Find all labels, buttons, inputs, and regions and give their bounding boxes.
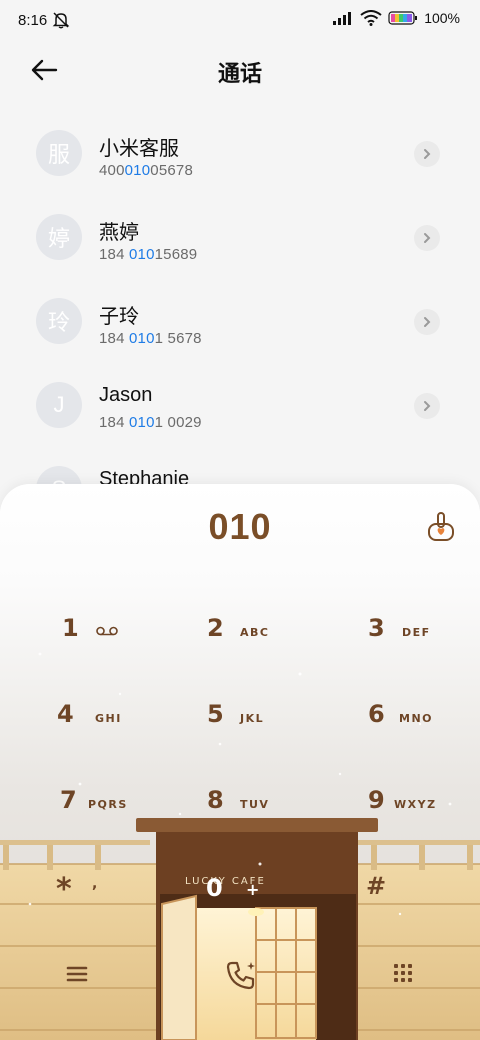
bell-muted-icon xyxy=(52,12,70,29)
contact-number: 184 0101 0029 xyxy=(99,414,202,431)
battery-icon xyxy=(388,11,418,25)
dialed-number: 010 xyxy=(208,506,272,547)
key-6[interactable]: 6 MNO xyxy=(362,700,480,760)
contact-list: 服 小米客服 40001005678 婷 燕婷 184 01015689 玲 子… xyxy=(0,112,480,532)
hand-icon[interactable] xyxy=(424,510,458,544)
detail-chevron-icon[interactable] xyxy=(414,141,440,167)
battery-percent: 100% xyxy=(424,10,460,26)
key-2[interactable]: 2 ABC xyxy=(200,614,350,674)
contact-number: 40001005678 xyxy=(99,162,193,179)
call-icon[interactable] xyxy=(224,958,258,992)
key-1[interactable]: 1 xyxy=(50,614,200,674)
dial-panel: LUCKY CAFE 010 1 2 ABC 3 DEF 4 GHI 5 JKL… xyxy=(0,484,480,1040)
voicemail-icon xyxy=(96,626,118,636)
detail-chevron-icon[interactable] xyxy=(414,309,440,335)
contact-row[interactable]: 服 小米客服 40001005678 xyxy=(0,112,480,196)
keypad-icon[interactable] xyxy=(392,962,414,986)
page-title: 通话 xyxy=(217,61,262,86)
contact-number: 184 0101 5678 xyxy=(99,330,202,347)
detail-chevron-icon[interactable] xyxy=(414,393,440,419)
contact-row[interactable]: J Jason 184 0101 0029 xyxy=(0,364,480,448)
status-time: 8:16 xyxy=(18,12,48,29)
key-9[interactable]: 9 WXYZ xyxy=(362,786,480,846)
contact-row[interactable]: 玲 子玲 184 0101 5678 xyxy=(0,280,480,364)
contact-name: 小米客服 xyxy=(99,138,179,160)
contact-name: 燕婷 xyxy=(99,222,139,244)
avatar: 服 xyxy=(36,130,82,176)
wifi-icon xyxy=(360,10,382,26)
key-hash[interactable]: # xyxy=(362,870,480,930)
detail-chevron-icon[interactable] xyxy=(414,225,440,251)
avatar: 婷 xyxy=(36,214,82,260)
cafe-theme-background: LUCKY CAFE xyxy=(0,484,480,1040)
menu-icon[interactable] xyxy=(66,964,88,984)
key-7[interactable]: 7 PQRS xyxy=(50,786,200,846)
key-4[interactable]: 4 GHI xyxy=(50,700,200,760)
key-5[interactable]: 5 JKL xyxy=(200,700,350,760)
contact-row[interactable]: 婷 燕婷 184 01015689 xyxy=(0,196,480,280)
status-right: 100% xyxy=(332,10,460,26)
status-bar: 8:16 100% xyxy=(0,0,480,40)
avatar: J xyxy=(36,382,82,428)
key-3[interactable]: 3 DEF xyxy=(362,614,480,674)
contact-name: 子玲 xyxy=(99,306,139,328)
key-0[interactable]: 0 + xyxy=(200,870,350,930)
header: 通话 xyxy=(0,40,480,100)
signal-icon xyxy=(333,12,352,25)
key-star[interactable]: * , xyxy=(50,870,200,930)
avatar: 玲 xyxy=(36,298,82,344)
contact-name: Jason xyxy=(99,384,153,406)
key-8[interactable]: 8 TUV xyxy=(200,786,350,846)
contact-number: 184 01015689 xyxy=(99,246,198,263)
